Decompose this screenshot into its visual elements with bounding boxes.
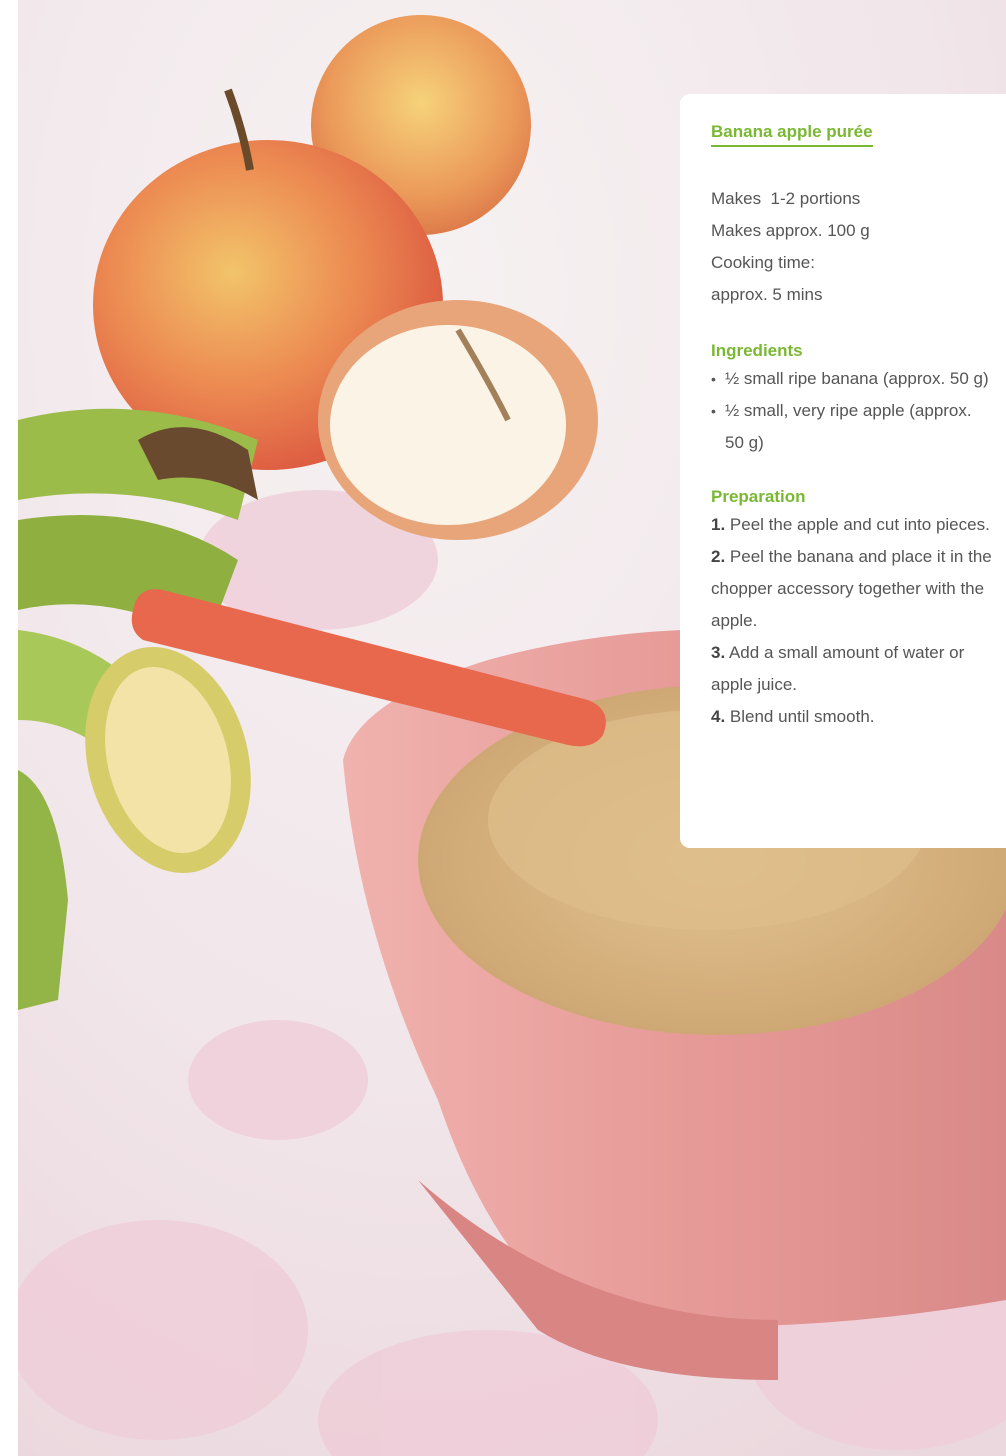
preparation-heading: Preparation	[711, 487, 806, 506]
step-text: Add a small amount of water or apple jui…	[711, 643, 965, 694]
ingredient-item: ½ small ripe banana (approx. 50 g)	[711, 363, 992, 395]
recipe-title: Banana apple purée	[711, 122, 873, 147]
ingredients-list: ½ small ripe banana (approx. 50 g) ½ sma…	[711, 363, 992, 459]
step-number: 3.	[711, 643, 726, 662]
step-text: Peel the apple and cut into pieces.	[725, 515, 990, 534]
step-text: Peel the banana and place it in the chop…	[711, 547, 992, 630]
step-number: 2.	[711, 547, 726, 566]
preparation-steps: 1. Peel the apple and cut into pieces. 2…	[711, 509, 992, 733]
ingredient-item: ½ small, very ripe apple (approx. 50 g)	[711, 395, 992, 459]
cooking-time-label: Cooking time:	[711, 253, 815, 272]
portions-text: Makes 1-2 portions	[711, 189, 861, 208]
step-number: 4.	[711, 707, 726, 726]
ingredients-heading: Ingredients	[711, 341, 803, 360]
cooking-time-value: approx. 5 mins	[711, 285, 823, 304]
yield-text: Makes approx. 100 g	[711, 221, 870, 240]
step-text: Blend until smooth.	[725, 707, 875, 726]
recipe-meta: Makes 1-2 portions Makes approx. 100 g C…	[711, 183, 992, 311]
step-number: 1.	[711, 515, 726, 534]
recipe-card: Banana apple purée Makes 1-2 portions Ma…	[680, 94, 1006, 848]
